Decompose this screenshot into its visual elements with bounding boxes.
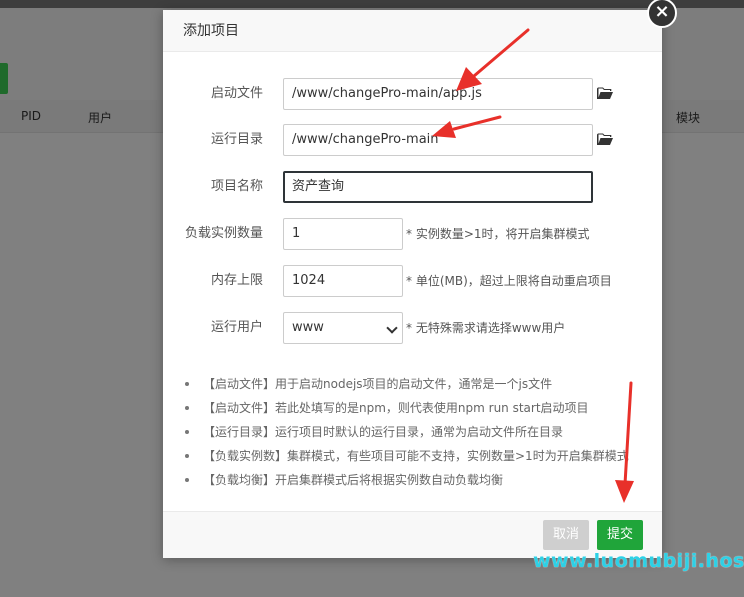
run-user-selected-value: www bbox=[292, 320, 324, 335]
instances-input[interactable]: 1 bbox=[283, 218, 403, 250]
background-header-user: 用户 bbox=[88, 111, 113, 125]
background-topbar bbox=[0, 0, 744, 8]
memory-limit-input[interactable]: 1024 bbox=[283, 265, 403, 297]
project-name-input[interactable]: 资产查询 bbox=[283, 171, 593, 203]
list-item: 【启动文件】若此处填写的是npm，则代表使用npm run start启动项目 bbox=[183, 396, 653, 420]
bullet-icon bbox=[185, 382, 189, 386]
tips-list: 【启动文件】用于启动nodejs项目的启动文件，通常是一个js文件 【启动文件】… bbox=[183, 372, 653, 492]
tip-text: 【负载实例数】集群模式，有些项目可能不支持，实例数量>1时为开启集群模式 bbox=[203, 449, 629, 463]
tip-text: 【运行目录】运行项目时默认的运行目录，通常为启动文件所在目录 bbox=[203, 425, 564, 439]
bullet-icon bbox=[185, 406, 189, 410]
instances-row: 负载实例数量 1 * 实例数量>1时，将开启集群模式 bbox=[163, 218, 662, 252]
instances-label: 负载实例数量 bbox=[184, 226, 263, 241]
list-item: 【负载实例数】集群模式，有些项目可能不支持，实例数量>1时为开启集群模式 bbox=[183, 444, 653, 468]
run-user-label: 运行用户 bbox=[210, 320, 263, 335]
dialog-title: 添加项目 bbox=[163, 10, 662, 52]
run-user-hint: * 无特殊需求请选择www用户 bbox=[406, 321, 566, 335]
startup-file-row: 启动文件 /www/changePro-main/app.js bbox=[163, 78, 662, 112]
memory-limit-row: 内存上限 1024 * 单位(MB)，超过上限将自动重启项目 bbox=[163, 265, 662, 299]
submit-button[interactable]: 提交 bbox=[597, 520, 643, 550]
run-dir-label: 运行目录 bbox=[210, 132, 263, 147]
add-project-dialog: 添加项目 启动文件 /www/changePro-main/app.js 运行目… bbox=[163, 10, 662, 558]
memory-limit-hint: * 单位(MB)，超过上限将自动重启项目 bbox=[406, 274, 612, 288]
bullet-icon bbox=[185, 454, 189, 458]
folder-icon[interactable] bbox=[597, 87, 613, 100]
instances-hint: * 实例数量>1时，将开启集群模式 bbox=[406, 227, 590, 241]
folder-icon[interactable] bbox=[597, 133, 613, 146]
startup-file-input[interactable]: /www/changePro-main/app.js bbox=[283, 78, 593, 110]
memory-limit-label: 内存上限 bbox=[210, 273, 263, 288]
project-name-label: 项目名称 bbox=[210, 179, 263, 194]
project-name-row: 项目名称 资产查询 bbox=[163, 171, 662, 205]
list-item: 【负载均衡】开启集群模式后将根据实例数自动负载均衡 bbox=[183, 468, 653, 492]
background-header-module: 模块 bbox=[676, 111, 701, 125]
background-add-button bbox=[0, 63, 8, 94]
bullet-icon bbox=[185, 430, 189, 434]
tip-text: 【启动文件】若此处填写的是npm，则代表使用npm run start启动项目 bbox=[203, 401, 589, 415]
watermark: www.luomubiji.host bbox=[533, 550, 744, 572]
list-item: 【启动文件】用于启动nodejs项目的启动文件，通常是一个js文件 bbox=[183, 372, 653, 396]
chevron-down-icon bbox=[386, 322, 398, 334]
run-user-select[interactable]: www bbox=[283, 312, 403, 344]
run-dir-row: 运行目录 /www/changePro-main bbox=[163, 124, 662, 158]
run-dir-input[interactable]: /www/changePro-main bbox=[283, 124, 593, 156]
cancel-button[interactable]: 取消 bbox=[543, 520, 589, 550]
tip-text: 【启动文件】用于启动nodejs项目的启动文件，通常是一个js文件 bbox=[203, 377, 553, 391]
startup-file-label: 启动文件 bbox=[210, 86, 263, 101]
tip-text: 【负载均衡】开启集群模式后将根据实例数自动负载均衡 bbox=[203, 473, 504, 487]
run-user-row: 运行用户 www * 无特殊需求请选择www用户 bbox=[163, 312, 662, 346]
list-item: 【运行目录】运行项目时默认的运行目录，通常为启动文件所在目录 bbox=[183, 420, 653, 444]
background-header-pid: PID bbox=[21, 109, 42, 123]
bullet-icon bbox=[185, 478, 189, 482]
